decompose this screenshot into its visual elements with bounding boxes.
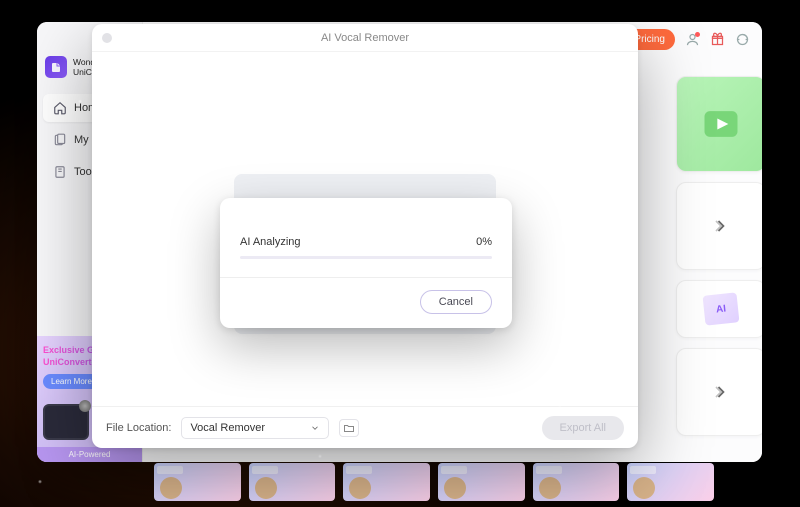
file-location-label: File Location: <box>106 422 171 434</box>
analyzing-percent: 0% <box>476 236 492 248</box>
folder-icon <box>343 422 355 434</box>
analyzing-progress-bar <box>240 256 492 259</box>
dialog-separator <box>220 277 512 278</box>
modal-title: AI Vocal Remover <box>321 32 409 44</box>
modal-header: AI Vocal Remover <box>92 24 638 52</box>
vocal-remover-modal: AI Vocal Remover AI Analyzing 0% Cancel … <box>92 24 638 448</box>
export-all-button[interactable]: Export All <box>542 416 624 440</box>
analyzing-status: AI Analyzing <box>240 236 301 248</box>
modal-footer: File Location: Vocal Remover Export All <box>92 406 638 448</box>
open-folder-button[interactable] <box>339 419 359 437</box>
modal-close-icon[interactable] <box>102 33 112 43</box>
file-location-value: Vocal Remover <box>190 422 265 434</box>
analyzing-dialog: AI Analyzing 0% Cancel <box>220 198 512 328</box>
file-location-select[interactable]: Vocal Remover <box>181 417 329 439</box>
chevron-down-icon <box>310 423 320 433</box>
modal-body: AI Analyzing 0% Cancel <box>92 52 638 406</box>
cancel-button[interactable]: Cancel <box>420 290 492 314</box>
modal-backdrop: AI Vocal Remover AI Analyzing 0% Cancel … <box>0 0 800 507</box>
